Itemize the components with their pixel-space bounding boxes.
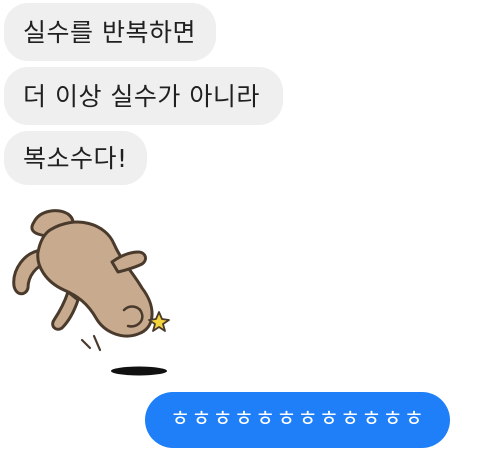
message-text: 더 이상 실수가 아니라 — [23, 81, 260, 111]
sticker-paw — [51, 290, 80, 331]
message-text: ㅎㅎㅎㅎㅎㅎㅎㅎㅎㅎㅎㅎ — [170, 407, 425, 432]
message-text: 복소수다! — [23, 143, 128, 173]
falling-cat-sticker[interactable] — [6, 200, 176, 385]
falling-cat-sticker-icon — [12, 209, 170, 376]
message-text: 실수를 반복하면 — [23, 17, 196, 47]
incoming-message-bubble[interactable]: 더 이상 실수가 아니라 — [4, 67, 283, 125]
sticker-shadow — [111, 366, 167, 376]
incoming-message-bubble[interactable]: 복소수다! — [4, 131, 147, 185]
outgoing-message-bubble[interactable]: ㅎㅎㅎㅎㅎㅎㅎㅎㅎㅎㅎㅎ — [145, 392, 450, 448]
incoming-message-bubble[interactable]: 실수를 반복하면 — [4, 3, 216, 61]
sticker-motion-lines — [80, 334, 102, 352]
